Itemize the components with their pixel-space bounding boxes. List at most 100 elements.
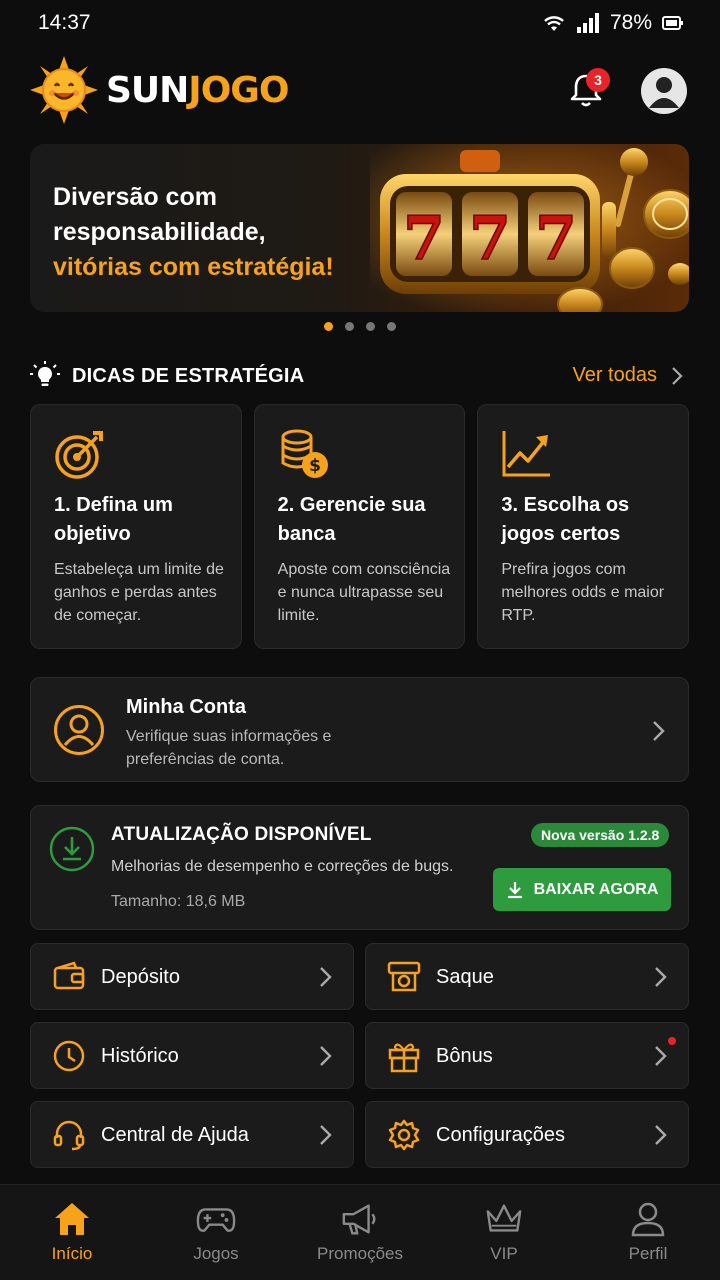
tip-description: Aposte com consciência e nunca ultrapass… <box>277 561 451 624</box>
menu-label: Histórico <box>101 1045 179 1067</box>
tip-title: 1. Defina um objetivo <box>54 494 173 545</box>
nav-item-promotions[interactable]: Promoções <box>288 1185 432 1280</box>
version-badge: Nova versão 1.2.8 <box>531 823 670 847</box>
reel-digit-2: 7 <box>469 204 511 274</box>
user-circle-icon <box>54 705 104 755</box>
tips-section-header: DICAS DE ESTRATÉGIA Ver todas <box>30 360 689 392</box>
reel-digit-1: 7 <box>403 204 445 274</box>
menu-item-help-center[interactable]: Central de Ajuda <box>30 1101 354 1168</box>
clock-icon <box>53 1040 85 1072</box>
menu-item-bonus[interactable]: Bônus <box>365 1022 689 1089</box>
brand-logo[interactable]: SUNJOGO <box>30 56 289 124</box>
pagination-dot[interactable] <box>387 322 396 331</box>
menu-label: Central de Ajuda <box>101 1124 249 1146</box>
see-all-link[interactable]: Ver todas <box>572 364 683 387</box>
download-now-button[interactable]: BAIXAR AGORA <box>493 868 671 911</box>
update-title: ATUALIZAÇÃO DISPONÍVEL <box>111 824 372 845</box>
brand-name-part1: SUN <box>106 69 189 111</box>
account-subtitle: Verifique suas informações e preferência… <box>126 728 332 768</box>
banner-pagination <box>324 322 396 331</box>
nav-label: Início <box>51 1244 93 1263</box>
menu-label: Depósito <box>101 966 180 988</box>
chevron-right-icon <box>320 1125 332 1145</box>
banner-text: Diversão com responsabilidade, vitórias … <box>53 180 334 285</box>
wifi-icon <box>544 16 564 31</box>
status-icons: 78% <box>542 11 684 35</box>
menu-label: Bônus <box>436 1045 493 1067</box>
chevron-right-icon <box>320 967 332 987</box>
chevron-right-icon <box>672 366 683 385</box>
home-icon <box>52 1199 92 1239</box>
pagination-dot[interactable] <box>366 322 375 331</box>
tip-description: Prefira jogos com melhores odds e maior … <box>501 561 665 624</box>
update-description: Melhorias de desempenho e correções de b… <box>111 858 454 875</box>
menu-item-deposit[interactable]: Depósito <box>30 943 354 1010</box>
quick-menu: Depósito Saque Histórico Bônus Central d… <box>30 943 689 1168</box>
chart-up-icon <box>502 431 551 477</box>
pagination-dot[interactable] <box>345 322 354 331</box>
tip-title: 2. Gerencie sua banca <box>277 494 426 545</box>
crown-icon <box>484 1199 524 1239</box>
lightbulb-icon <box>30 361 60 386</box>
tip-card[interactable]: 3. Escolha os jogos certos Prefira jogos… <box>477 404 690 649</box>
nav-label: Jogos <box>193 1244 239 1263</box>
headset-icon <box>53 1120 85 1151</box>
withdraw-icon <box>387 961 421 992</box>
banner-line-1: Diversão com <box>53 183 217 211</box>
tip-title: 3. Escolha os jogos certos <box>501 494 630 545</box>
wallet-icon <box>53 961 85 990</box>
tip-description: Estabeleça um limite de ganhos e perdas … <box>54 561 224 624</box>
nav-item-games[interactable]: Jogos <box>144 1185 288 1280</box>
download-button-label: BAIXAR AGORA <box>533 880 659 898</box>
user-icon <box>628 1199 668 1239</box>
account-card[interactable]: Minha Conta Verifique suas informações e… <box>30 677 689 782</box>
chevron-right-icon <box>655 1125 667 1145</box>
update-size: Tamanho: 18,6 MB <box>111 893 246 910</box>
reel-digit-3: 7 <box>535 204 577 274</box>
update-card: ATUALIZAÇÃO DISPONÍVEL Melhorias de dese… <box>30 805 689 930</box>
new-indicator-dot <box>668 1037 676 1045</box>
download-icon <box>507 881 522 898</box>
menu-item-history[interactable]: Histórico <box>30 1022 354 1089</box>
gamepad-icon <box>196 1199 236 1239</box>
tip-card[interactable]: 1. Defina um objetivo Estabeleça um limi… <box>30 404 242 649</box>
menu-label: Saque <box>436 966 494 988</box>
nav-label: Promoções <box>317 1244 403 1263</box>
promo-banner[interactable]: Diversão com responsabilidade, vitórias … <box>30 144 689 312</box>
status-time: 14:37 <box>38 11 91 34</box>
chevron-right-icon <box>655 967 667 987</box>
pagination-dot[interactable] <box>324 322 333 331</box>
signal-icon <box>576 13 599 33</box>
menu-item-withdraw[interactable]: Saque <box>365 943 689 1010</box>
svg-text:$: $ <box>309 456 321 476</box>
chevron-right-icon <box>653 721 665 741</box>
nav-item-home[interactable]: Início <box>0 1185 144 1280</box>
battery-percent: 78% <box>609 11 652 34</box>
see-all-label: Ver todas <box>572 364 657 386</box>
nav-label: VIP <box>490 1244 518 1263</box>
app-header: SUNJOGO 3 <box>0 56 720 128</box>
banner-line-3: vitórias com estratégia! <box>53 253 334 281</box>
download-circle-icon <box>49 826 95 872</box>
megaphone-icon <box>340 1199 380 1239</box>
sun-logo-icon <box>30 56 98 124</box>
account-title: Minha Conta <box>126 696 246 718</box>
brand-name: SUNJOGO <box>106 69 289 111</box>
tip-card[interactable]: $ 2. Gerencie sua banca Aposte com consc… <box>253 404 466 649</box>
chevron-right-icon <box>320 1046 332 1066</box>
menu-item-settings[interactable]: Configurações <box>365 1101 689 1168</box>
user-avatar-icon <box>649 77 679 108</box>
battery-icon <box>662 16 683 30</box>
avatar[interactable] <box>641 68 687 114</box>
nav-item-vip[interactable]: VIP <box>432 1185 576 1280</box>
coins-icon: $ <box>281 429 328 478</box>
bottom-navigation: Início Jogos Promoções VIP Perfil <box>0 1184 720 1280</box>
tips-list: 1. Defina um objetivo Estabeleça um limi… <box>30 404 690 649</box>
notification-badge: 3 <box>586 68 610 92</box>
banner-line-2: responsabilidade, <box>53 218 266 246</box>
chevron-right-icon <box>655 1046 667 1066</box>
target-icon <box>55 431 103 479</box>
gear-icon <box>388 1119 420 1151</box>
brand-name-part2: JOGO <box>188 69 289 111</box>
nav-item-profile[interactable]: Perfil <box>576 1185 720 1280</box>
